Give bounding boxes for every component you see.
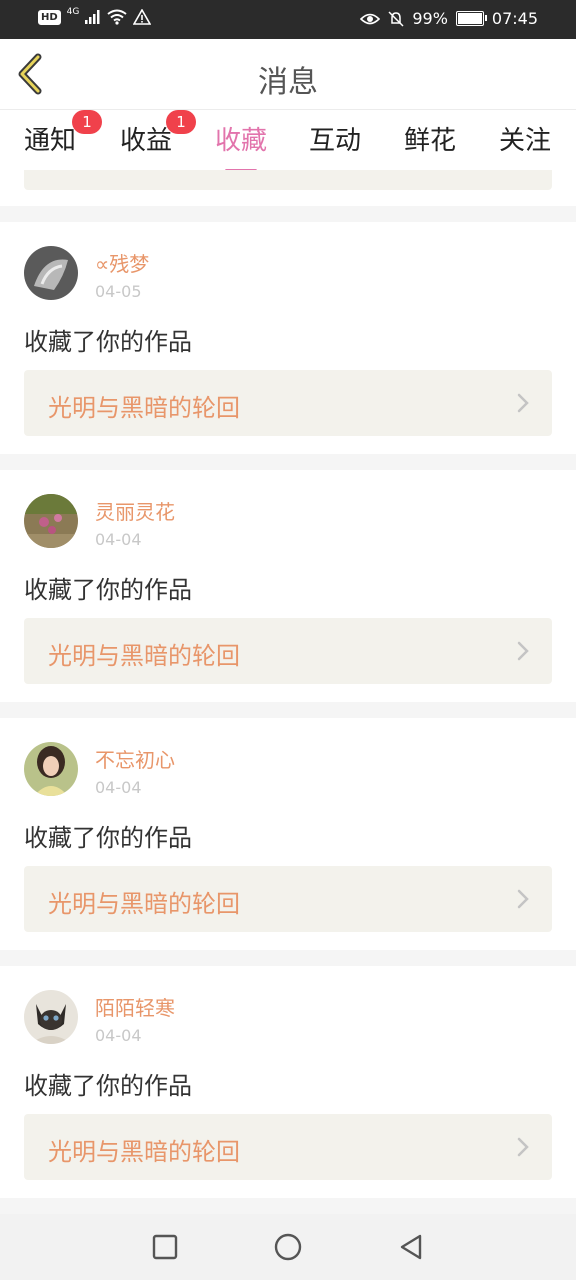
work-card[interactable]: 光明与黑暗的轮回 [24,370,552,436]
work-card[interactable]: 光明与黑暗的轮回 [24,1114,552,1180]
action-text: 收藏了你的作品 [24,576,192,604]
tab-earnings[interactable]: 收益 1 [106,110,196,157]
avatar[interactable] [24,494,78,548]
unread-badge: 1 [166,110,196,134]
previous-work-card[interactable] [24,170,552,190]
recents-square-icon[interactable] [150,1232,180,1262]
message-list[interactable]: ∝残梦 04-05 收藏了你的作品 光明与黑暗的轮回 灵丽灵花 04-04 收藏… [0,170,576,1214]
status-right: 99% 07:45 [360,9,538,28]
work-card[interactable]: 光明与黑暗的轮回 [24,618,552,684]
back-triangle-icon[interactable] [396,1232,426,1262]
timestamp: 04-04 [95,1026,142,1045]
hd-indicator: HD [38,9,61,25]
work-title: 光明与黑暗的轮回 [48,394,240,422]
cat-photo-avatar-icon [24,990,78,1044]
timestamp: 04-05 [95,282,142,301]
signal-icon [85,10,100,24]
top-app-bar: 消息 [0,39,576,110]
home-circle-icon[interactable] [273,1232,303,1262]
work-card[interactable]: 光明与黑暗的轮回 [24,866,552,932]
chevron-right-icon [517,1137,529,1157]
action-text: 收藏了你的作品 [24,824,192,852]
chevron-right-icon [517,641,529,661]
tab-label: 收益 [119,126,172,156]
wifi-icon [107,9,127,25]
work-title: 光明与黑暗的轮回 [48,642,240,670]
username[interactable]: 陌陌轻寒 [95,992,175,1021]
avatar[interactable] [24,742,78,796]
status-bar: HD 4G 99% 07:45 [0,0,576,39]
tab-bar: 通知 1 收益 1 收藏 互动 鲜花 关注 [0,110,576,172]
previous-item-stub [0,170,576,206]
chevron-right-icon [517,889,529,909]
tab-flowers[interactable]: 鲜花 [390,120,470,157]
avatar[interactable] [24,990,78,1044]
timestamp: 04-04 [95,778,142,797]
avatar[interactable] [24,246,78,300]
tab-label: 通知 [23,126,76,156]
action-text: 收藏了你的作品 [24,328,192,356]
tab-label: 关注 [498,126,551,156]
clock: 07:45 [491,9,538,28]
eye-icon [360,13,381,24]
page-title: 消息 [258,65,318,100]
status-left: HD 4G [38,7,152,25]
username[interactable]: ∝残梦 [95,248,149,277]
tab-favorites[interactable]: 收藏 [201,120,281,172]
action-text: 收藏了你的作品 [24,1072,192,1100]
warning-icon [133,9,152,25]
list-item: 陌陌轻寒 04-04 收藏了你的作品 光明与黑暗的轮回 [0,966,576,1198]
portrait-photo-avatar-icon [24,742,78,796]
work-title: 光明与黑暗的轮回 [48,890,240,918]
list-item: 不忘初心 04-04 收藏了你的作品 光明与黑暗的轮回 [0,718,576,950]
list-item: ∝残梦 04-05 收藏了你的作品 光明与黑暗的轮回 [0,222,576,454]
tab-following[interactable]: 关注 [485,120,565,157]
tab-label: 鲜花 [403,126,456,156]
tab-label: 收藏 [214,126,267,156]
battery-percent: 99% [412,9,448,28]
flower-photo-avatar-icon [24,494,78,548]
tab-interactions[interactable]: 互动 [295,120,375,157]
username[interactable]: 不忘初心 [95,744,175,773]
username[interactable]: 灵丽灵花 [95,496,175,525]
network-type: 4G [66,7,80,17]
timestamp: 04-04 [95,530,142,549]
mute-bell-icon [388,10,404,27]
list-item: 灵丽灵花 04-04 收藏了你的作品 光明与黑暗的轮回 [0,470,576,702]
work-title: 光明与黑暗的轮回 [48,1138,240,1166]
tab-notifications[interactable]: 通知 1 [10,110,102,157]
system-nav-bar [0,1214,576,1280]
chevron-right-icon [517,393,529,413]
unread-badge: 1 [72,110,102,134]
gray-photo-avatar-icon [24,246,78,300]
battery-icon [455,11,487,26]
tab-label: 互动 [308,126,361,156]
